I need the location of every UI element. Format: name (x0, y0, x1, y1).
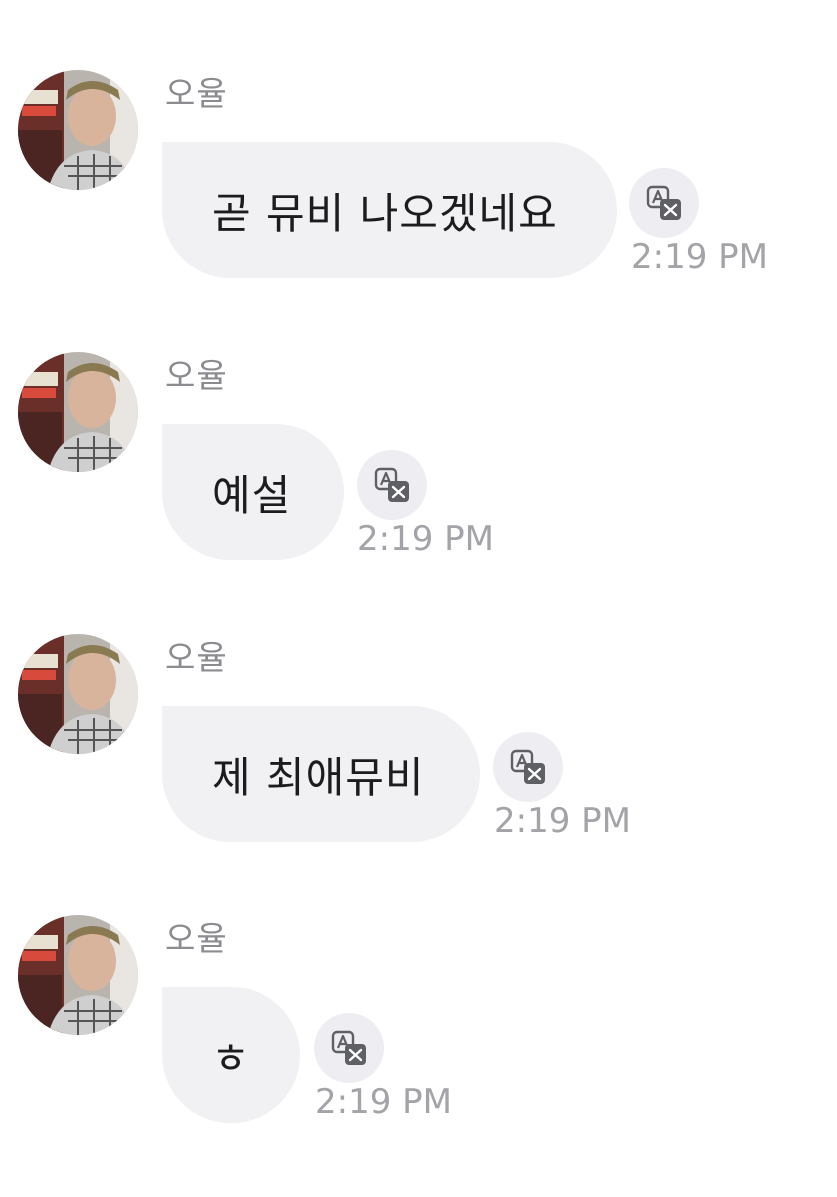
avatar[interactable] (18, 915, 138, 1035)
translate-icon (331, 1030, 366, 1065)
message-timestamp: 2:19 PM (357, 519, 494, 559)
message-bubble[interactable]: 곧 뮤비 나오겠네요 (162, 142, 617, 278)
translate-icon (510, 749, 545, 784)
translate-button[interactable] (493, 732, 563, 802)
translate-button[interactable] (357, 450, 427, 520)
message-text: 곧 뮤비 나오겠네요 (212, 188, 558, 238)
chat-message: 오율 곧 뮤비 나오겠네요 2:19 PM (0, 70, 837, 352)
sender-name: 오율 (165, 356, 228, 395)
profile-photo-icon (18, 634, 138, 754)
profile-photo-icon (18, 70, 138, 190)
chat-message: 오율 제 최애뮤비 2:19 PM (0, 634, 837, 916)
message-timestamp: 2:19 PM (494, 801, 631, 841)
message-text: ㅎ (211, 1033, 251, 1083)
profile-photo-icon (18, 915, 138, 1035)
sender-name: 오율 (165, 638, 228, 677)
avatar[interactable] (18, 70, 138, 190)
message-bubble[interactable]: 예설 (162, 424, 344, 560)
translate-button[interactable] (629, 168, 699, 238)
translate-button[interactable] (314, 1013, 384, 1083)
translate-icon (646, 185, 681, 220)
sender-name: 오율 (165, 74, 228, 113)
message-bubble[interactable]: ㅎ (162, 987, 300, 1123)
message-timestamp: 2:19 PM (631, 237, 768, 277)
message-bubble[interactable]: 제 최애뮤비 (162, 706, 480, 842)
chat-message: 오율 예설 2:19 PM (0, 352, 837, 634)
chat-message: 오율 ㅎ 2:19 PM (0, 915, 837, 1197)
sender-name: 오율 (165, 919, 228, 958)
message-timestamp: 2:19 PM (315, 1082, 452, 1122)
message-text: 제 최애뮤비 (212, 752, 425, 802)
message-text: 예설 (212, 470, 292, 520)
avatar[interactable] (18, 634, 138, 754)
avatar[interactable] (18, 352, 138, 472)
translate-icon (374, 467, 409, 502)
profile-photo-icon (18, 352, 138, 472)
